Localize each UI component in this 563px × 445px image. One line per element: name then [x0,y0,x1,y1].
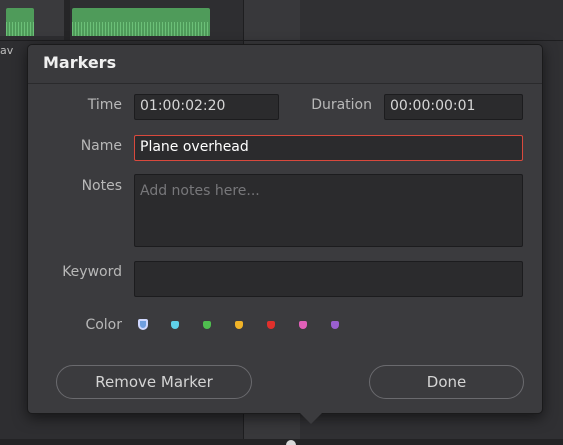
keyword-label: Keyword [62,264,122,280]
notes-textarea[interactable]: Add notes here... [134,174,523,247]
color-swatch-cyan[interactable] [171,321,179,329]
time-label: Time [87,97,122,113]
audio-waveform [72,22,210,36]
time-field[interactable]: 01:00:02:20 [134,94,279,120]
done-button[interactable]: Done [369,365,524,399]
name-label: Name [80,138,122,154]
notes-label: Notes [81,178,122,194]
audio-clip[interactable] [72,8,210,36]
audio-waveform [6,22,34,36]
color-swatch-red[interactable] [267,321,275,329]
color-label: Color [85,317,122,333]
duration-label: Duration [311,97,372,113]
keyword-field[interactable] [134,261,523,297]
color-swatch-yellow[interactable] [235,321,243,329]
name-field[interactable]: Plane overhead [134,135,523,161]
duration-field[interactable]: 00:00:00:01 [384,94,523,120]
track-divider [64,0,70,40]
dialog-title: Markers [43,53,117,72]
color-swatch-pink[interactable] [299,321,307,329]
track-separator [0,40,563,41]
timeline-background: av Markers Time 01:00:02:20 Duration 00:… [0,0,563,445]
track-label: av [0,44,14,57]
color-swatch-blue[interactable] [138,319,148,330]
color-swatch-purple[interactable] [331,321,339,329]
markers-dialog: Markers Time 01:00:02:20 Duration 00:00:… [27,44,543,424]
color-swatch-green[interactable] [203,321,211,329]
timeline-ruler [0,439,563,445]
audio-clip[interactable] [6,8,34,36]
remove-marker-button[interactable]: Remove Marker [56,365,252,399]
marker-indicator[interactable] [286,440,296,445]
dialog-pointer [300,413,322,424]
dialog-header: Markers [28,45,542,84]
